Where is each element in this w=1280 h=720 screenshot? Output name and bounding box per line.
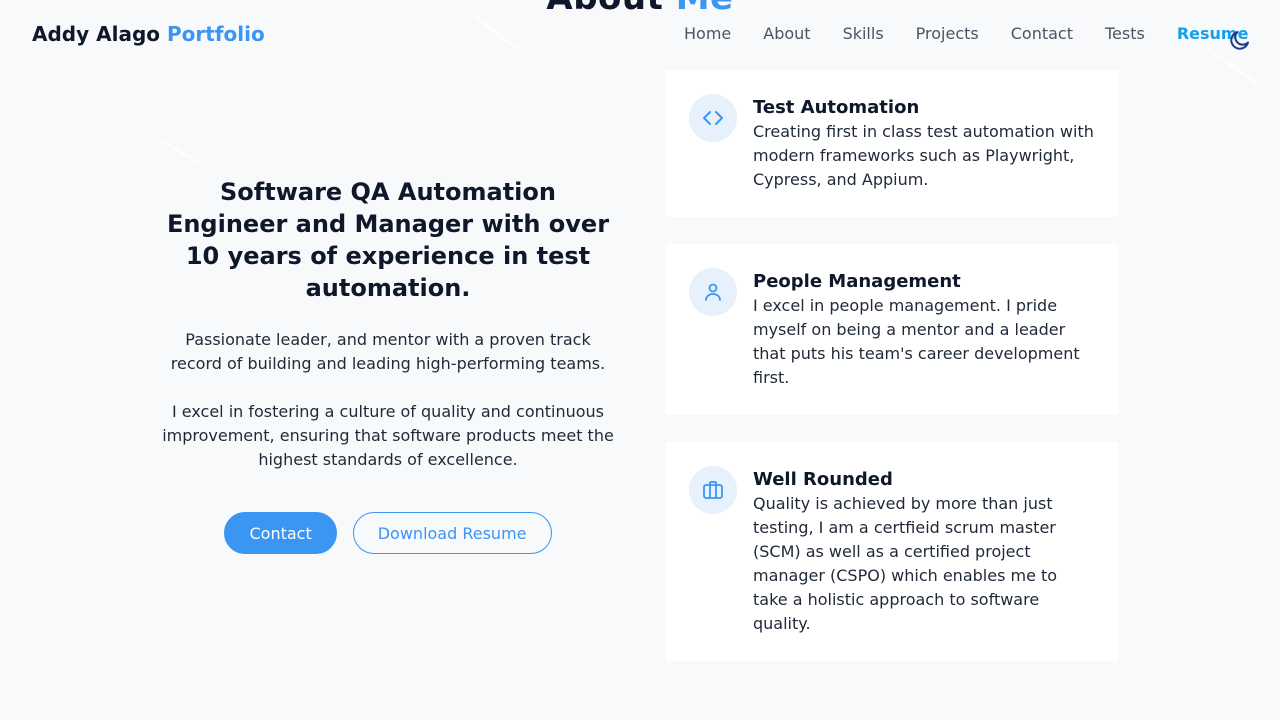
navbar: Addy Alago Portfolio Home About Skills P… [0,0,1280,70]
background-streak [144,130,216,173]
briefcase-icon [689,466,737,514]
card-title: Well Rounded [753,469,893,490]
intro-actions: Contact Download Resume [160,512,616,554]
card-text: I excel in people management. I pride my… [753,296,1080,387]
intro-section: Software QA Automation Engineer and Mana… [160,176,616,554]
nav-contact[interactable]: Contact [1011,24,1073,43]
feature-card-well-rounded: Well Rounded Quality is achieved by more… [665,442,1119,661]
brand-name: Addy Alago [32,22,160,46]
nav-home[interactable]: Home [684,24,731,43]
theme-toggle-button[interactable] [1228,28,1252,52]
card-text: Quality is achieved by more than just te… [753,494,1058,633]
brand-logo[interactable]: Addy Alago Portfolio [32,22,265,46]
nav-links: Home About Skills Projects Contact Tests… [684,24,1248,43]
card-text: Creating first in class test automation … [753,122,1094,189]
brand-accent: Portfolio [166,22,265,46]
card-title: People Management [753,271,961,292]
download-resume-button[interactable]: Download Resume [352,512,552,554]
user-icon [689,268,737,316]
intro-headline: Software QA Automation Engineer and Mana… [166,178,610,302]
intro-paragraph-1: Passionate leader, and mentor with a pro… [170,330,606,373]
moon-icon [1230,31,1249,50]
nav-about[interactable]: About [763,24,810,43]
intro-paragraph-2: I excel in fostering a culture of qualit… [162,402,614,469]
feature-card-test-automation: Test Automation Creating first in class … [665,70,1119,217]
contact-button[interactable]: Contact [224,512,337,554]
card-title: Test Automation [753,97,920,118]
nav-tests[interactable]: Tests [1105,24,1145,43]
nav-projects[interactable]: Projects [916,24,979,43]
feature-card-people-management: People Management I excel in people mana… [665,244,1119,415]
code-icon [689,94,737,142]
nav-skills[interactable]: Skills [843,24,884,43]
page: About Me Addy Alago Portfolio Home About… [0,0,1280,720]
